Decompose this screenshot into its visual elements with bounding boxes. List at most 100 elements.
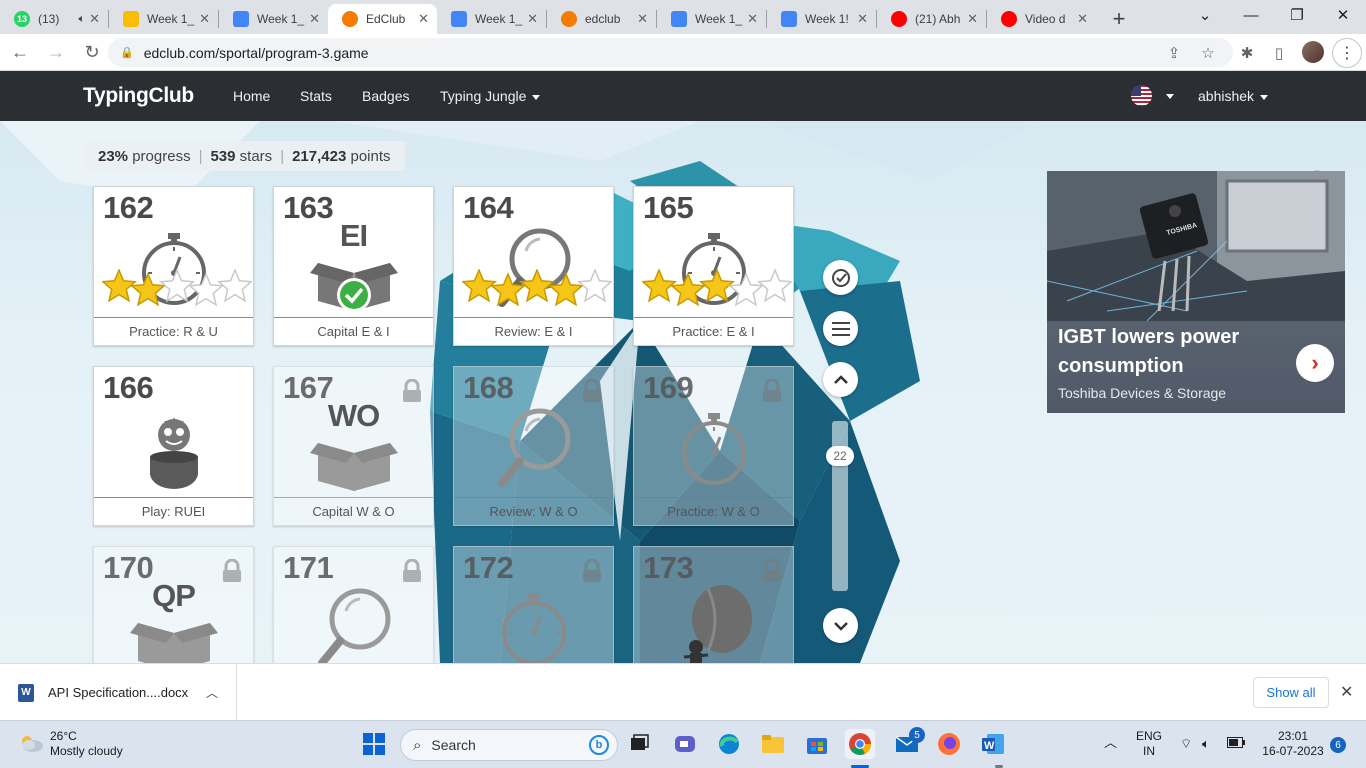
edge-icon[interactable] bbox=[714, 729, 744, 759]
lesson-card[interactable]: 165 Practice: E & I bbox=[633, 186, 794, 346]
tab-search-icon[interactable]: ⌄ bbox=[1182, 0, 1228, 30]
lesson-card[interactable]: 169 Practice: W & O bbox=[633, 366, 794, 526]
download-item[interactable]: W API Specification....docx ︿ bbox=[0, 664, 237, 721]
browser-tab[interactable]: Week 1_ ✕ bbox=[437, 4, 546, 34]
browser-tab[interactable]: EdClub ✕ bbox=[328, 4, 437, 34]
nav-badges[interactable]: Badges bbox=[362, 88, 409, 104]
chevron-down-icon[interactable] bbox=[1166, 94, 1174, 99]
audio-playing-icon[interactable]: 🔈︎ bbox=[78, 13, 85, 26]
taskbar-search[interactable]: ⌕ Search b bbox=[400, 729, 618, 761]
browser-tab[interactable]: Video d ✕ bbox=[987, 4, 1096, 34]
close-tab-icon[interactable]: ✕ bbox=[527, 11, 538, 27]
close-tab-icon[interactable]: ✕ bbox=[747, 11, 758, 27]
nav-typing-jungle-label: Typing Jungle bbox=[440, 88, 527, 104]
lock-icon: 🔒 bbox=[120, 47, 134, 59]
nav-home[interactable]: Home bbox=[233, 88, 270, 104]
scroll-position-knob[interactable]: 22 bbox=[826, 446, 854, 466]
close-tab-icon[interactable]: ✕ bbox=[418, 11, 429, 27]
nav-typing-jungle[interactable]: Typing Jungle bbox=[440, 88, 541, 104]
lesson-card[interactable]: 166 Play: RUEI bbox=[93, 366, 254, 526]
lesson-card[interactable]: 164 Review: E & I bbox=[453, 186, 614, 346]
browser-tab[interactable]: edclub ✕ bbox=[547, 4, 656, 34]
google-drive-icon bbox=[123, 11, 139, 27]
star-rating bbox=[462, 269, 612, 307]
tray-overflow-icon[interactable]: ︿ bbox=[1104, 735, 1117, 750]
bookmark-star-icon[interactable]: ☆ bbox=[1194, 38, 1222, 67]
close-tab-icon[interactable]: ✕ bbox=[309, 11, 320, 27]
completed-filter-button[interactable] bbox=[823, 260, 858, 295]
us-flag-icon[interactable] bbox=[1131, 85, 1152, 106]
close-tab-icon[interactable]: ✕ bbox=[89, 11, 100, 27]
browser-tab[interactable]: Week 1! ✕ bbox=[767, 4, 876, 34]
lesson-card[interactable]: WO 167 Capital W & O bbox=[273, 366, 434, 526]
menu-button[interactable] bbox=[823, 311, 858, 346]
chevron-up-icon[interactable]: ︿ bbox=[206, 684, 218, 701]
bing-icon[interactable]: b bbox=[589, 735, 609, 755]
volume-icon[interactable]: 🔈︎ bbox=[1202, 736, 1210, 751]
share-icon[interactable]: ⇪ bbox=[1160, 38, 1188, 67]
lesson-card[interactable]: EI 163 Capital E & I bbox=[273, 186, 434, 346]
windows-start-icon[interactable] bbox=[359, 729, 389, 759]
forward-icon[interactable]: → bbox=[40, 36, 72, 68]
battery-icon[interactable] bbox=[1227, 737, 1245, 752]
close-tab-icon[interactable]: ✕ bbox=[1077, 11, 1088, 27]
ad-advertiser: Toshiba Devices & Storage bbox=[1058, 385, 1227, 401]
lesson-number: 163 bbox=[283, 190, 334, 225]
browser-menu-icon[interactable]: ⋮ bbox=[1332, 38, 1362, 68]
browser-tab[interactable]: Week 1_ ✕ bbox=[657, 4, 766, 34]
close-tab-icon[interactable]: ✕ bbox=[199, 11, 210, 27]
lesson-title: Practice: W & O bbox=[634, 497, 793, 525]
chrome-icon[interactable] bbox=[845, 729, 875, 759]
restore-icon[interactable]: ❐ bbox=[1274, 0, 1320, 30]
clock-date: 16-07-2023 bbox=[1262, 744, 1324, 758]
lesson-card[interactable]: 171 bbox=[273, 546, 434, 663]
magnifier-icon bbox=[318, 588, 391, 663]
language: ENG bbox=[1136, 729, 1163, 743]
profile-avatar[interactable] bbox=[1302, 41, 1324, 63]
lesson-card[interactable]: QP 170 bbox=[93, 546, 254, 663]
file-explorer-icon[interactable] bbox=[758, 729, 788, 759]
close-window-icon[interactable]: ✕ bbox=[1320, 0, 1366, 30]
scroll-up-button[interactable] bbox=[823, 362, 858, 397]
browser-tab[interactable]: (21) Abh ✕ bbox=[877, 4, 986, 34]
clock[interactable]: 23:01 16-07-2023 bbox=[1260, 729, 1326, 759]
browser-tab[interactable]: Week 1_ ✕ bbox=[109, 4, 218, 34]
scroll-down-button[interactable] bbox=[823, 608, 858, 643]
lesson-card[interactable]: 172 bbox=[453, 546, 614, 663]
brand-logo[interactable]: TypingClub bbox=[83, 84, 194, 108]
word-doc-icon: W bbox=[18, 683, 34, 702]
close-download-shelf-icon[interactable]: ✕ bbox=[1340, 682, 1353, 702]
side-panel-icon[interactable]: ▯ bbox=[1264, 38, 1294, 68]
star-filled-icon bbox=[489, 272, 527, 307]
ad-arrow-button[interactable]: › bbox=[1296, 344, 1334, 382]
teams-chat-icon[interactable] bbox=[670, 729, 700, 759]
lesson-card[interactable]: 168 Review: W & O bbox=[453, 366, 614, 526]
browser-tab[interactable]: 13 (13) 🔈︎ ✕ bbox=[0, 4, 108, 34]
firefox-icon[interactable] bbox=[934, 729, 964, 759]
word-icon[interactable]: W bbox=[978, 729, 1008, 759]
minimize-icon[interactable]: — bbox=[1228, 0, 1274, 30]
task-view-icon[interactable] bbox=[624, 729, 654, 759]
new-tab-icon[interactable]: + bbox=[1104, 4, 1134, 34]
user-menu[interactable]: abhishek bbox=[1198, 88, 1269, 104]
lesson-number: 171 bbox=[283, 550, 334, 585]
show-all-downloads-button[interactable]: Show all bbox=[1253, 677, 1329, 708]
browser-tab[interactable]: Week 1_ ✕ bbox=[219, 4, 328, 34]
close-tab-icon[interactable]: ✕ bbox=[637, 11, 648, 27]
star-rating bbox=[642, 269, 792, 307]
lesson-card[interactable]: 162 Practice: R & U bbox=[93, 186, 254, 346]
advertisement[interactable]: TOSHIBA IGBT lowers power consumption To… bbox=[1047, 171, 1345, 413]
back-icon[interactable]: ← bbox=[4, 36, 36, 68]
notification-badge[interactable]: 6 bbox=[1330, 737, 1346, 753]
microsoft-store-icon[interactable] bbox=[802, 729, 832, 759]
nav-stats[interactable]: Stats bbox=[300, 88, 332, 104]
close-tab-icon[interactable]: ✕ bbox=[967, 11, 978, 27]
extensions-icon[interactable]: ✱ bbox=[1232, 38, 1262, 68]
wifi-icon[interactable]: ⌔ bbox=[1180, 736, 1192, 751]
reload-icon[interactable]: ↻ bbox=[76, 36, 108, 68]
language-indicator[interactable]: ENG IN bbox=[1136, 729, 1162, 759]
close-tab-icon[interactable]: ✕ bbox=[857, 11, 868, 27]
lesson-card[interactable]: 173 bbox=[633, 546, 794, 663]
address-bar[interactable]: 🔒 edclub.com/sportal/program-3.game ⇪ ☆ bbox=[108, 38, 1233, 67]
weather-widget[interactable]: 26°C Mostly cloudy bbox=[18, 729, 123, 759]
